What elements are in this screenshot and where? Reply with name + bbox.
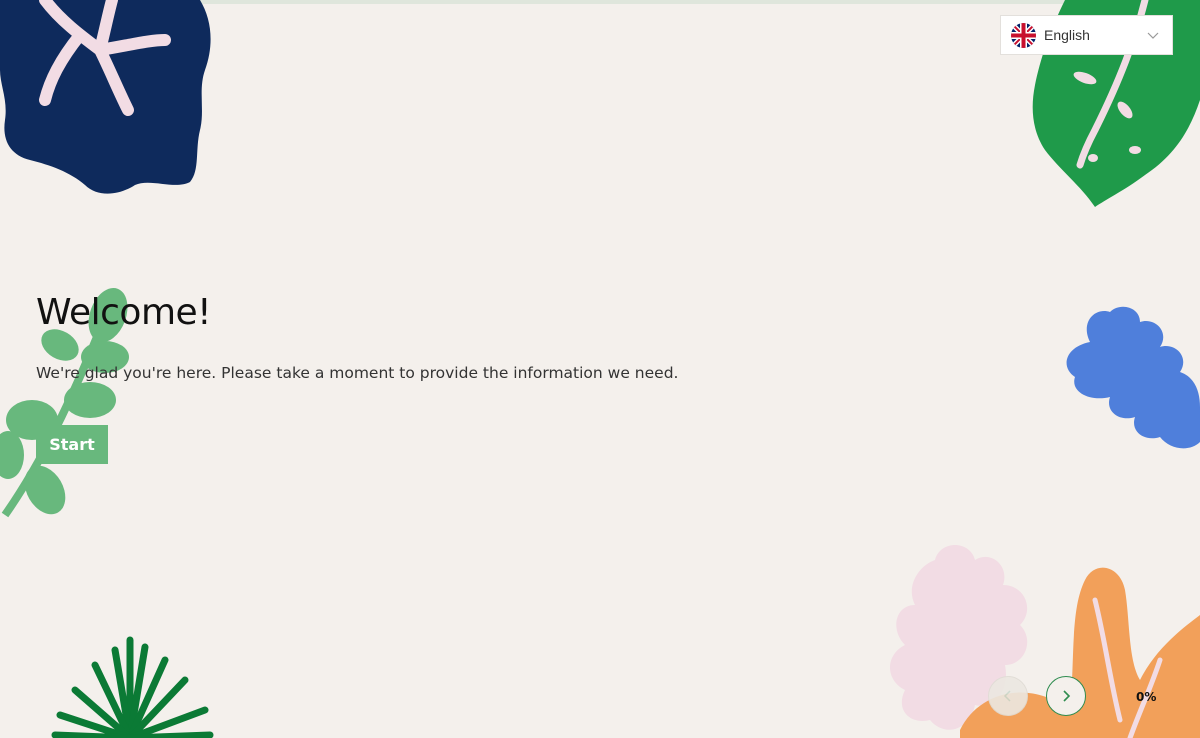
chevron-left-icon <box>1003 690 1011 702</box>
intro-text: We're glad you're here. Please take a mo… <box>36 364 679 382</box>
navy-leaf-decoration <box>0 0 211 194</box>
palm-leaf-decoration <box>51 636 214 738</box>
page-title: Welcome! <box>36 292 212 333</box>
progress-percent: 0% <box>1136 690 1157 704</box>
language-select[interactable]: English <box>1000 15 1173 55</box>
blue-leaf-decoration <box>1066 306 1200 449</box>
chevron-down-icon <box>1147 32 1159 39</box>
language-label: English <box>1044 27 1090 43</box>
top-progress-bar <box>0 0 1200 4</box>
uk-flag-icon <box>1011 22 1036 48</box>
start-button[interactable]: Start <box>36 425 108 464</box>
previous-button[interactable] <box>988 676 1028 716</box>
chevron-right-icon <box>1063 690 1071 702</box>
next-button[interactable] <box>1046 676 1086 716</box>
